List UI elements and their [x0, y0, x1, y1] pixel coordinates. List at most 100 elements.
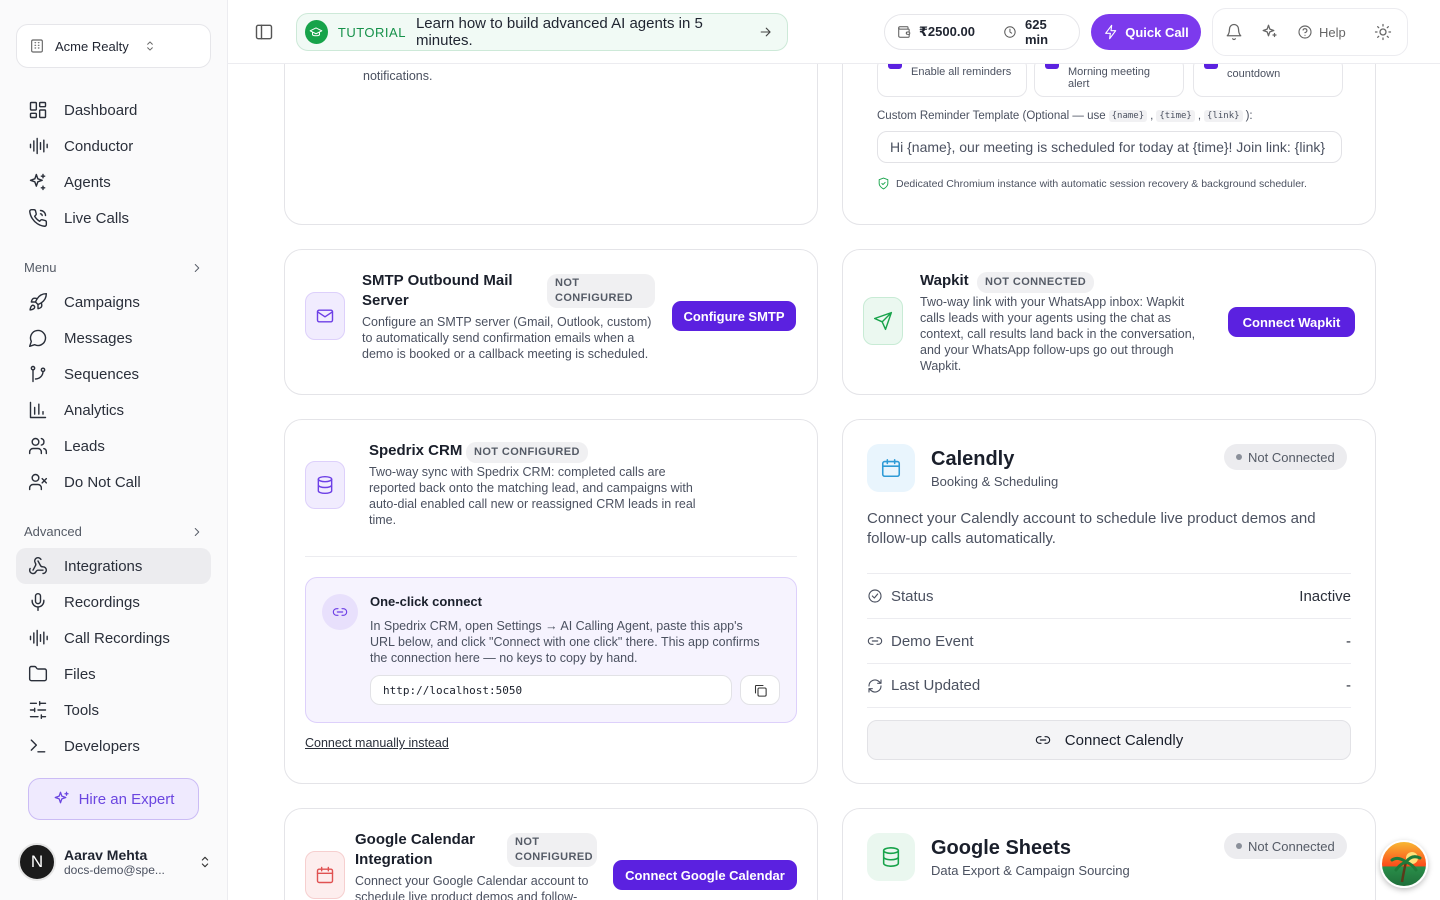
- nav-do-not-call[interactable]: Do Not Call: [16, 464, 211, 500]
- user-x-icon: [28, 473, 48, 491]
- row-label: Demo Event: [891, 632, 974, 650]
- nav-label: Messages: [64, 329, 133, 347]
- wapkit-card: Wapkit NOT CONNECTED Two-way link with y…: [842, 249, 1376, 395]
- chevron-right-icon: [194, 263, 200, 272]
- nav-developers[interactable]: Developers: [16, 728, 211, 764]
- copy-url-button[interactable]: [740, 675, 780, 705]
- spedrix-title: Spedrix CRM: [369, 442, 463, 459]
- sidebar: Acme Realty Dashboard Conductor Agents L…: [0, 0, 228, 900]
- chevron-up-down-icon: [146, 41, 153, 51]
- wapkit-description: Two-way link with your WhatsApp inbox: W…: [920, 295, 1196, 373]
- branch-icon: [30, 365, 46, 383]
- tutorial-banner[interactable]: TUTORIAL Learn how to build advanced AI …: [296, 13, 788, 51]
- help-button[interactable]: Help: [1297, 24, 1346, 40]
- nav-tools[interactable]: Tools: [16, 692, 211, 728]
- connect-calendly-button[interactable]: Connect Calendly: [867, 720, 1351, 760]
- gsheets-status-pill: Not Connected: [1224, 833, 1347, 859]
- nav-analytics[interactable]: Analytics: [16, 392, 211, 428]
- nav-label: Leads: [64, 437, 105, 455]
- user-menu[interactable]: N Aarav Mehta docs-demo@spe...: [18, 842, 213, 882]
- menu-header-label: Menu: [24, 260, 57, 275]
- check-circle-icon: [868, 589, 882, 603]
- sparkles-icon: [54, 791, 69, 804]
- advanced-section-header[interactable]: Advanced: [24, 524, 204, 539]
- nav-integrations[interactable]: Integrations: [16, 548, 211, 584]
- arrow-right-icon: [760, 27, 771, 37]
- spedrix-status-badge: NOT CONFIGURED: [466, 442, 588, 463]
- top-actions: Help: [1212, 8, 1408, 56]
- connect-wapkit-button[interactable]: Connect Wapkit: [1228, 307, 1355, 337]
- gcal-title: Google Calendar Integration: [355, 831, 476, 868]
- hire-expert-button[interactable]: Hire an Expert: [28, 778, 199, 820]
- row-value: -: [1346, 632, 1351, 650]
- tutorial-text: Learn how to build advanced AI agents in…: [415, 15, 703, 49]
- dashboard-icon: [29, 101, 47, 119]
- advanced-header-label: Advanced: [24, 524, 82, 539]
- smtp-description: Configure an SMTP server (Gmail, Outlook…: [362, 315, 652, 361]
- nav-label: Live Calls: [64, 209, 130, 227]
- calendly-description: Connect your Calendly account to schedul…: [867, 510, 1316, 547]
- nav-files[interactable]: Files: [16, 656, 211, 692]
- token-link: {link}: [1204, 110, 1243, 122]
- nav-conductor[interactable]: Conductor: [16, 128, 211, 164]
- nav-call-recordings[interactable]: Call Recordings: [16, 620, 211, 656]
- sun-icon[interactable]: [1374, 23, 1392, 41]
- nav-live-calls[interactable]: Live Calls: [16, 200, 211, 236]
- nav-recordings[interactable]: Recordings: [16, 584, 211, 620]
- sidebar-toggle-icon[interactable]: [254, 22, 274, 42]
- nav-messages[interactable]: Messages: [16, 320, 211, 356]
- chevron-up-down-icon: [201, 856, 209, 868]
- database-icon: [867, 833, 915, 881]
- template-label: Custom Reminder Template (Optional — use…: [877, 110, 1253, 122]
- spedrix-description: Two-way sync with Spedrix CRM: completed…: [369, 465, 696, 527]
- one-click-connect-panel: One-click connect In Spedrix CRM, open S…: [305, 577, 797, 723]
- app-url-field[interactable]: http://localhost:5050: [370, 675, 732, 705]
- row-value: Inactive: [1299, 587, 1351, 605]
- sparkles-icon[interactable]: [1261, 23, 1279, 41]
- nav-label: Conductor: [64, 137, 134, 155]
- sparkles-icon: [29, 173, 46, 191]
- bell-icon[interactable]: [1225, 23, 1243, 41]
- calendly-status-pill: Not Connected: [1224, 444, 1347, 470]
- wapkit-status-badge: NOT CONNECTED: [977, 272, 1095, 293]
- configure-smtp-button[interactable]: Configure SMTP: [672, 301, 796, 331]
- building-icon: [31, 39, 43, 53]
- nav-campaigns[interactable]: Campaigns: [16, 284, 211, 320]
- connect-manually-link[interactable]: Connect manually instead: [305, 736, 449, 750]
- card-text: notifications.: [363, 69, 433, 83]
- refresh-icon: [868, 678, 882, 693]
- status-dot: [1236, 843, 1242, 849]
- sliders-icon: [29, 700, 47, 720]
- connect-google-calendar-button[interactable]: Connect Google Calendar: [613, 860, 797, 890]
- divider: [305, 556, 797, 557]
- waveform-icon: [29, 629, 48, 647]
- avatar: N: [18, 843, 56, 881]
- nav-agents[interactable]: Agents: [16, 164, 211, 200]
- smtp-status-badge: NOT CONFIGURED: [547, 274, 655, 308]
- template-input[interactable]: Hi {name}, our meeting is scheduled for …: [877, 131, 1342, 163]
- folder-icon: [28, 665, 48, 682]
- nav-dashboard[interactable]: Dashboard: [16, 92, 211, 128]
- nav-leads[interactable]: Leads: [16, 428, 211, 464]
- clock-icon: [1004, 26, 1016, 38]
- nav-label: Integrations: [64, 557, 143, 575]
- send-icon: [863, 297, 903, 345]
- gcal-status-badge: NOT CONFIGURED: [507, 833, 597, 867]
- org-switcher[interactable]: Acme Realty: [16, 24, 211, 68]
- badge-line: CONFIGURED: [555, 292, 633, 304]
- nav-label: Files: [64, 665, 96, 683]
- calendly-subtitle: Booking & Scheduling: [931, 474, 1059, 489]
- nav-sequences[interactable]: Sequences: [16, 356, 211, 392]
- webhook-icon: [28, 556, 47, 575]
- topbar: TUTORIAL Learn how to build advanced AI …: [228, 0, 1440, 64]
- mic-icon: [31, 592, 45, 612]
- quick-call-button[interactable]: Quick Call: [1091, 14, 1201, 50]
- row-value: -: [1346, 677, 1351, 694]
- menu-section-header[interactable]: Menu: [24, 260, 204, 275]
- status-dot: [1236, 454, 1242, 460]
- nav-label: Agents: [64, 173, 111, 191]
- balance-widget[interactable]: ₹2500.00 625 min: [884, 14, 1080, 50]
- assistant-launcher[interactable]: [1380, 840, 1428, 888]
- help-label: Help: [1319, 24, 1346, 40]
- google-calendar-card: Google Calendar Integration NOT CONFIGUR…: [284, 808, 818, 900]
